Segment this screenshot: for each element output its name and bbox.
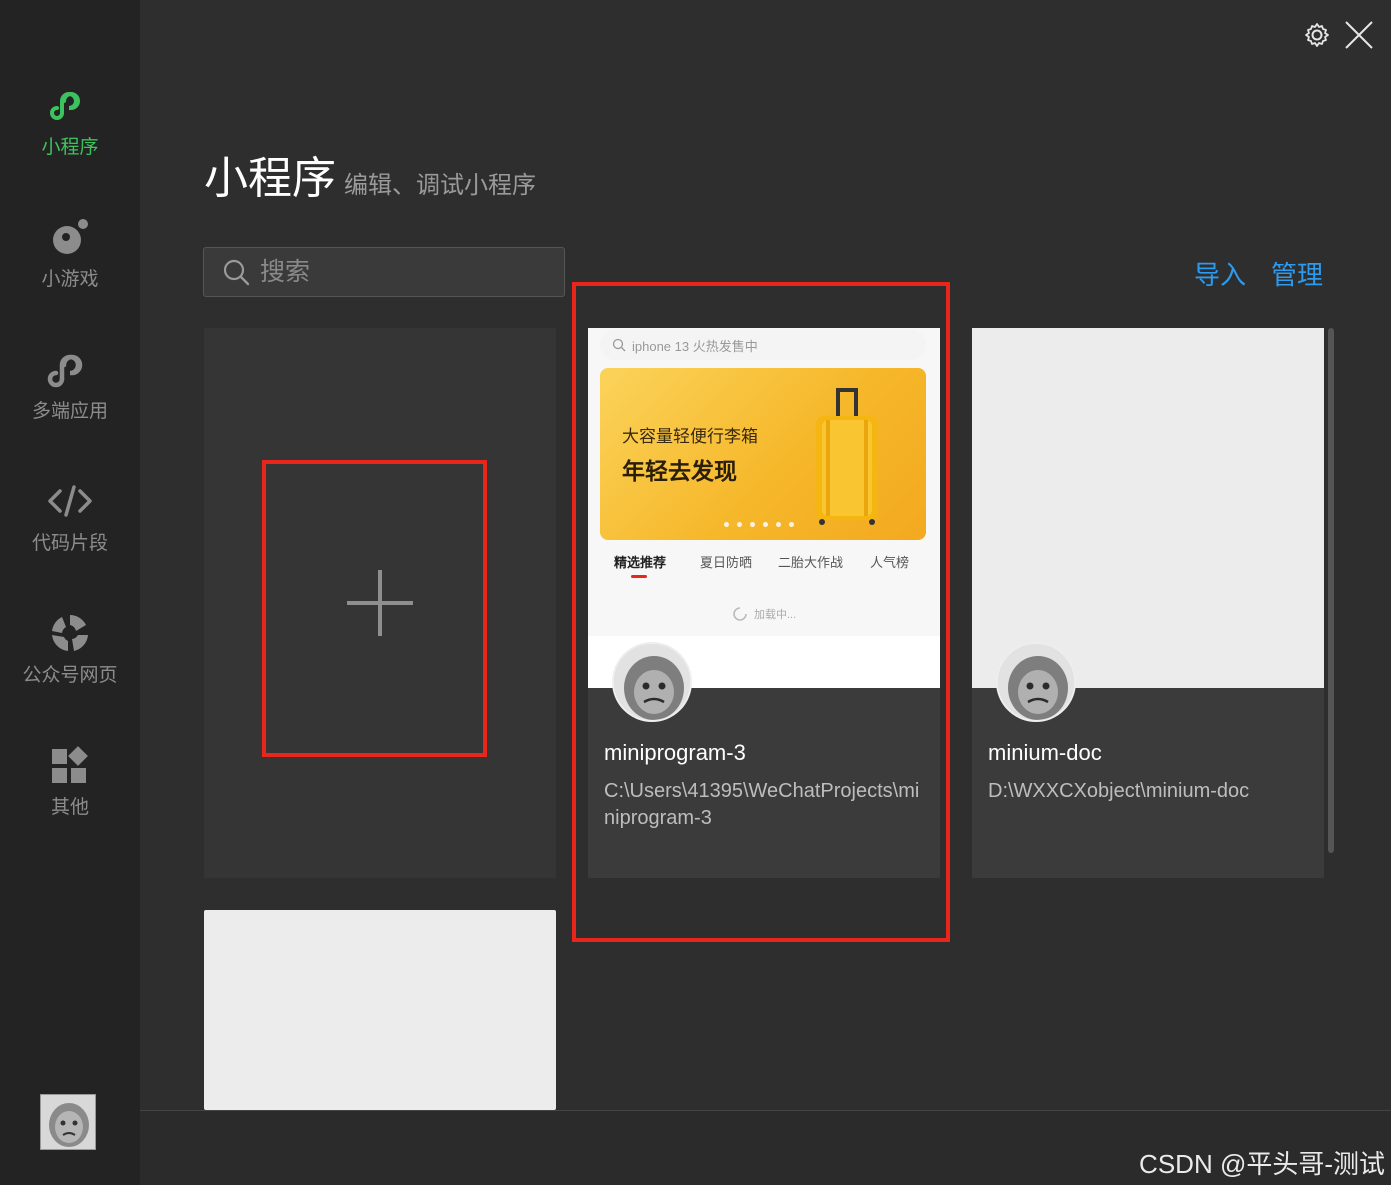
- settings-button[interactable]: [1300, 18, 1334, 52]
- project-name: minium-doc: [988, 740, 1102, 765]
- banner-line1: 大容量轻便行李箱: [622, 427, 758, 446]
- close-icon: [1345, 21, 1373, 49]
- preview-tab: 人气榜: [870, 555, 910, 570]
- project-avatar: [612, 642, 692, 722]
- sidebar-item-label: 公众号网页: [22, 665, 118, 686]
- sidebar-item-label: 小程序: [41, 137, 99, 158]
- page-subtitle: 编辑、调试小程序: [344, 172, 536, 199]
- sidebar-item-official-account[interactable]: 公众号网页: [0, 608, 140, 687]
- sidebar-item-label: 代码片段: [31, 533, 108, 554]
- carousel-dots: [724, 522, 794, 527]
- sidebar-item-label: 多端应用: [31, 401, 108, 422]
- sidebar-item-multiplatform[interactable]: 多端应用: [0, 344, 140, 423]
- code-snippet-icon: [0, 476, 140, 526]
- page-title: 小程序: [204, 154, 336, 203]
- suitcase-image: [816, 388, 878, 525]
- official-account-icon: [0, 608, 140, 658]
- project-path: C:\Users\41395\WeChatProjects\miniprogra…: [604, 780, 920, 829]
- new-project-highlight: [262, 460, 487, 757]
- project-card-miniprogram-3[interactable]: iphone 13 火热发售中 大容量轻便行李箱 年轻去发现 精选推荐 夏日防晒…: [588, 328, 940, 878]
- project-path: D:\WXXCXobject\minium-doc: [988, 780, 1250, 802]
- search-input[interactable]: [260, 257, 560, 287]
- preview-banner: 大容量轻便行李箱 年轻去发现: [600, 368, 926, 540]
- preview-search-text: iphone 13 火热发售中: [632, 338, 758, 354]
- manage-button[interactable]: 管理: [1271, 255, 1323, 292]
- project-card-partial[interactable]: [204, 910, 556, 1110]
- search-icon: [223, 259, 250, 286]
- banner-line2: 年轻去发现: [622, 458, 737, 484]
- scrollbar[interactable]: [1328, 328, 1334, 853]
- preview-loading: 加载中...: [732, 606, 796, 622]
- sidebar-item-code-snippet[interactable]: 代码片段: [0, 476, 140, 555]
- preview-tab: 二胎大作战: [778, 555, 844, 570]
- project-card-minium-doc[interactable]: minium-doc D:\WXXCXobject\minium-doc: [972, 328, 1324, 878]
- sidebar-item-others[interactable]: 其他: [0, 740, 140, 819]
- gear-icon: [1305, 23, 1329, 47]
- page-heading: 小程序 编辑、调试小程序: [204, 142, 536, 206]
- multiplatform-icon: [0, 344, 140, 394]
- user-avatar[interactable]: [40, 1094, 96, 1150]
- sidebar: 小程序 小游戏 多端应用 代码片段 公众号网页 其他: [0, 0, 140, 1185]
- project-name: miniprogram-3: [604, 740, 746, 765]
- import-button[interactable]: 导入: [1194, 255, 1246, 292]
- watermark: CSDN @平头哥-测试: [1139, 1149, 1385, 1179]
- project-avatar: [996, 642, 1076, 722]
- preview-search-bar: iphone 13 火热发售中: [600, 330, 926, 360]
- sidebar-item-label: 其他: [50, 797, 89, 818]
- close-button[interactable]: [1342, 18, 1376, 52]
- sidebar-item-miniprogram[interactable]: 小程序: [0, 80, 140, 159]
- new-project-card[interactable]: [204, 328, 556, 878]
- loading-spinner-icon: [733, 607, 747, 621]
- project-preview: [972, 328, 1324, 688]
- search-box[interactable]: [203, 247, 565, 297]
- miniprogram-icon: [0, 80, 140, 130]
- project-preview: iphone 13 火热发售中 大容量轻便行李箱 年轻去发现 精选推荐 夏日防晒…: [588, 328, 940, 688]
- loading-text: 加载中...: [754, 609, 797, 621]
- sidebar-item-minigame[interactable]: 小游戏: [0, 212, 140, 291]
- preview-tab-underline: [631, 575, 647, 578]
- preview-tab: 夏日防晒: [700, 555, 753, 570]
- search-icon: [612, 338, 626, 352]
- minigame-icon: [0, 212, 140, 262]
- apps-grid-icon: [0, 740, 140, 790]
- plus-icon-bar: [347, 601, 413, 605]
- preview-tab: 精选推荐: [614, 555, 667, 570]
- sidebar-item-label: 小游戏: [41, 269, 99, 290]
